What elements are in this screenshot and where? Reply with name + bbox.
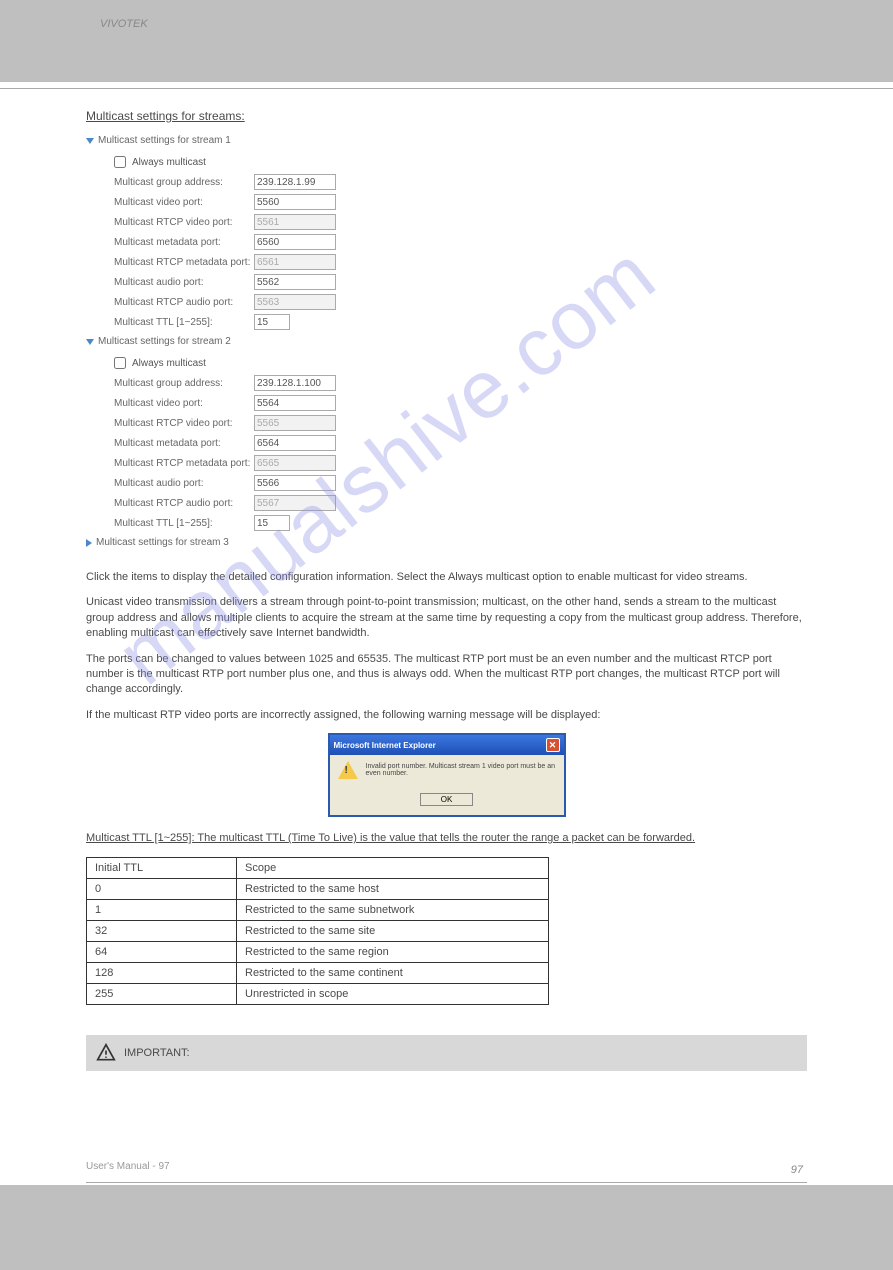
page-number: 97 bbox=[791, 1164, 803, 1176]
stream1-video-port[interactable] bbox=[254, 194, 336, 210]
stream1-rtcp-video-port bbox=[254, 214, 336, 230]
stream2-video-port[interactable] bbox=[254, 395, 336, 411]
dialog-titlebar: Microsoft Internet Explorer ✕ bbox=[330, 735, 564, 755]
field-label: Multicast RTCP audio port: bbox=[114, 297, 254, 308]
paragraph: If the multicast RTP video ports are inc… bbox=[86, 708, 807, 723]
stream1-rtcp-audio-port bbox=[254, 294, 336, 310]
table-row: 64Restricted to the same region bbox=[87, 941, 549, 962]
stream1-always-label: Always multicast bbox=[132, 157, 206, 168]
important-note: IMPORTANT: bbox=[86, 1035, 807, 1071]
stream3-title: Multicast settings for stream 3 bbox=[96, 537, 229, 548]
chevron-right-icon bbox=[86, 539, 92, 547]
stream2-always-label: Always multicast bbox=[132, 358, 206, 369]
dialog-body: Invalid port number. Multicast stream 1 … bbox=[330, 755, 564, 785]
field-label: Multicast metadata port: bbox=[114, 237, 254, 248]
field-label: Multicast TTL [1~255]: bbox=[114, 518, 254, 529]
table-row: 255Unrestricted in scope bbox=[87, 983, 549, 1004]
header-brand: VIVOTEK bbox=[100, 18, 148, 30]
field-label: Multicast audio port: bbox=[114, 478, 254, 489]
field-label: Multicast audio port: bbox=[114, 277, 254, 288]
field-label: Multicast RTCP metadata port: bbox=[114, 257, 254, 268]
field-label: Multicast video port: bbox=[114, 398, 254, 409]
paragraph: The ports can be changed to values betwe… bbox=[86, 652, 807, 698]
header-bar bbox=[0, 0, 893, 82]
ok-button[interactable]: OK bbox=[420, 793, 474, 806]
stream2-rtcp-video-port bbox=[254, 415, 336, 431]
field-label: Multicast metadata port: bbox=[114, 438, 254, 449]
stream2-toggle[interactable]: Multicast settings for stream 2 bbox=[86, 334, 807, 349]
stream2-block: Always multicast Multicast group address… bbox=[86, 349, 807, 535]
stream2-title: Multicast settings for stream 2 bbox=[98, 336, 231, 347]
stream1-block: Always multicast Multicast group address… bbox=[86, 148, 807, 334]
footer-rule bbox=[86, 1182, 807, 1183]
table-row: 0Restricted to the same host bbox=[87, 878, 549, 899]
stream2-always-checkbox[interactable] bbox=[114, 357, 126, 369]
stream1-audio-port[interactable] bbox=[254, 274, 336, 290]
config-panel: Multicast settings for stream 1 Always m… bbox=[86, 133, 807, 550]
stream1-title: Multicast settings for stream 1 bbox=[98, 135, 231, 146]
stream2-ttl[interactable] bbox=[254, 515, 290, 531]
field-label: Multicast RTCP video port: bbox=[114, 217, 254, 228]
stream1-group-address[interactable] bbox=[254, 174, 336, 190]
alert-icon bbox=[96, 1043, 116, 1063]
stream1-always-checkbox[interactable] bbox=[114, 156, 126, 168]
ttl-description: Multicast TTL [1~255]: The multicast TTL… bbox=[86, 831, 807, 846]
section-title: Multicast settings for streams: bbox=[86, 109, 807, 123]
stream2-rtcp-metadata-port bbox=[254, 455, 336, 471]
footer-text: User's Manual - 97 bbox=[86, 1161, 807, 1172]
footer-bar bbox=[0, 1185, 893, 1270]
stream1-ttl[interactable] bbox=[254, 314, 290, 330]
field-label: Multicast TTL [1~255]: bbox=[114, 317, 254, 328]
field-label: Multicast RTCP audio port: bbox=[114, 498, 254, 509]
stream3-toggle[interactable]: Multicast settings for stream 3 bbox=[86, 535, 807, 550]
field-label: Multicast video port: bbox=[114, 197, 254, 208]
chevron-down-icon bbox=[86, 339, 94, 345]
table-row: 32Restricted to the same site bbox=[87, 920, 549, 941]
stream2-rtcp-audio-port bbox=[254, 495, 336, 511]
stream2-audio-port[interactable] bbox=[254, 475, 336, 491]
dialog-message: Invalid port number. Multicast stream 1 … bbox=[366, 763, 556, 777]
table-header: Scope bbox=[237, 857, 549, 878]
field-label: Multicast group address: bbox=[114, 378, 254, 389]
stream1-metadata-port[interactable] bbox=[254, 234, 336, 250]
stream1-toggle[interactable]: Multicast settings for stream 1 bbox=[86, 133, 807, 148]
table-header: Initial TTL bbox=[87, 857, 237, 878]
stream1-rtcp-metadata-port bbox=[254, 254, 336, 270]
field-label: Multicast RTCP metadata port: bbox=[114, 458, 254, 469]
dialog-title: Microsoft Internet Explorer bbox=[334, 741, 436, 750]
paragraph: Click the items to display the detailed … bbox=[86, 570, 807, 585]
stream2-metadata-port[interactable] bbox=[254, 435, 336, 451]
paragraph: Unicast video transmission delivers a st… bbox=[86, 595, 807, 641]
ttl-table: Initial TTLScope 0Restricted to the same… bbox=[86, 857, 549, 1005]
field-label: Multicast RTCP video port: bbox=[114, 418, 254, 429]
close-icon[interactable]: ✕ bbox=[546, 738, 560, 752]
field-label: Multicast group address: bbox=[114, 177, 254, 188]
warning-icon bbox=[338, 761, 358, 779]
warning-dialog: Microsoft Internet Explorer ✕ Invalid po… bbox=[328, 733, 566, 817]
important-label: IMPORTANT: bbox=[124, 1047, 190, 1059]
table-row: 1Restricted to the same subnetwork bbox=[87, 899, 549, 920]
chevron-down-icon bbox=[86, 138, 94, 144]
table-row: 128Restricted to the same continent bbox=[87, 962, 549, 983]
stream2-group-address[interactable] bbox=[254, 375, 336, 391]
